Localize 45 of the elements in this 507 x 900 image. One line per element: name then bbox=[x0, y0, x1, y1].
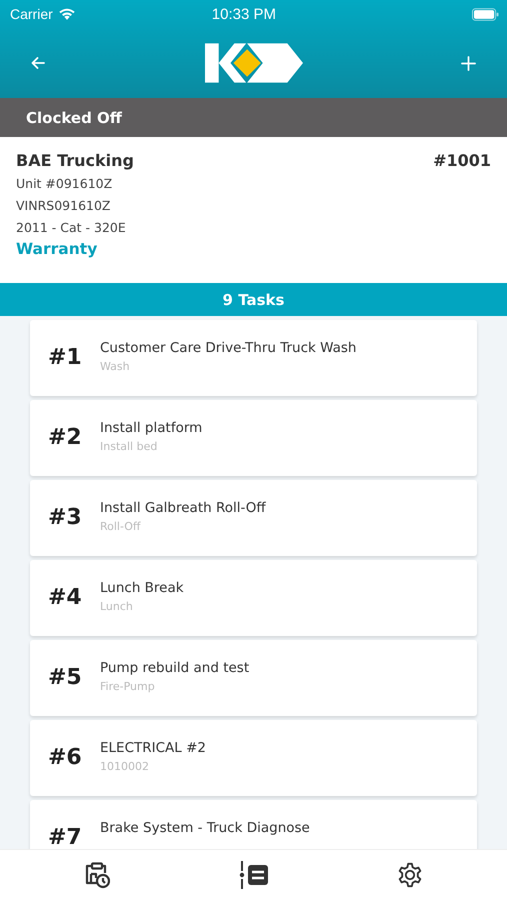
wifi-icon bbox=[58, 8, 76, 20]
task-card[interactable]: #7 Brake System - Truck Diagnose bbox=[30, 800, 477, 849]
work-order-type: Warranty bbox=[16, 240, 98, 258]
task-category: Roll-Off bbox=[100, 520, 142, 533]
task-title: Brake System - Truck Diagnose bbox=[100, 820, 310, 836]
customer-name: BAE Trucking bbox=[16, 151, 134, 170]
battery-icon bbox=[472, 8, 499, 20]
task-title: Install Galbreath Roll-Off bbox=[100, 500, 266, 516]
task-title: ELECTRICAL #2 bbox=[100, 740, 206, 756]
task-card[interactable]: #6 ELECTRICAL #2 1010002 bbox=[30, 720, 477, 796]
task-card[interactable]: #5 Pump rebuild and test Fire-Pump bbox=[30, 640, 477, 716]
task-number: #1 bbox=[48, 346, 83, 370]
settings-icon[interactable] bbox=[396, 862, 423, 888]
equipment-details: 2011 - Cat - 320E bbox=[16, 219, 127, 237]
task-card[interactable]: #1 Customer Care Drive-Thru Truck Wash Wash bbox=[30, 320, 477, 396]
task-category: Wash bbox=[100, 360, 131, 373]
back-arrow-icon[interactable] bbox=[30, 55, 46, 71]
task-category: Lunch bbox=[100, 600, 134, 613]
logo-icon bbox=[204, 43, 302, 83]
task-title: Customer Care Drive-Thru Truck Wash bbox=[100, 340, 356, 356]
task-number: #5 bbox=[48, 666, 83, 690]
task-title: Pump rebuild and test bbox=[100, 660, 250, 676]
task-card[interactable]: #2 Install platform Install bed bbox=[30, 400, 477, 476]
unit-number: Unit #091610Z bbox=[16, 175, 114, 193]
task-title: Lunch Break bbox=[100, 580, 184, 596]
task-category: 1010002 bbox=[100, 760, 150, 773]
task-card[interactable]: #3 Install Galbreath Roll-Off Roll-Off bbox=[30, 480, 477, 556]
task-number: #6 bbox=[48, 746, 83, 770]
task-number: #3 bbox=[48, 506, 83, 530]
clipboard-clock-icon[interactable] bbox=[84, 861, 110, 889]
task-number: #2 bbox=[48, 426, 83, 450]
task-category: Fire-Pump bbox=[100, 680, 156, 693]
task-count: 9 Tasks bbox=[222, 290, 284, 308]
vin-number: VINRS091610Z bbox=[16, 197, 112, 215]
carrier-name: Carrier bbox=[10, 6, 53, 22]
task-card[interactable]: #4 Lunch Break Lunch bbox=[30, 560, 477, 636]
clock-status: Clocked Off bbox=[26, 108, 122, 126]
add-icon[interactable] bbox=[461, 56, 476, 70]
work-order-number: #1001 bbox=[433, 151, 491, 172]
task-number: #4 bbox=[48, 586, 83, 610]
task-number: #7 bbox=[48, 826, 83, 849]
task-title: Install platform bbox=[100, 420, 202, 436]
task-category: Install bed bbox=[100, 440, 158, 453]
task-list-icon[interactable] bbox=[238, 861, 268, 889]
status-time: 10:33 PM bbox=[210, 6, 277, 22]
